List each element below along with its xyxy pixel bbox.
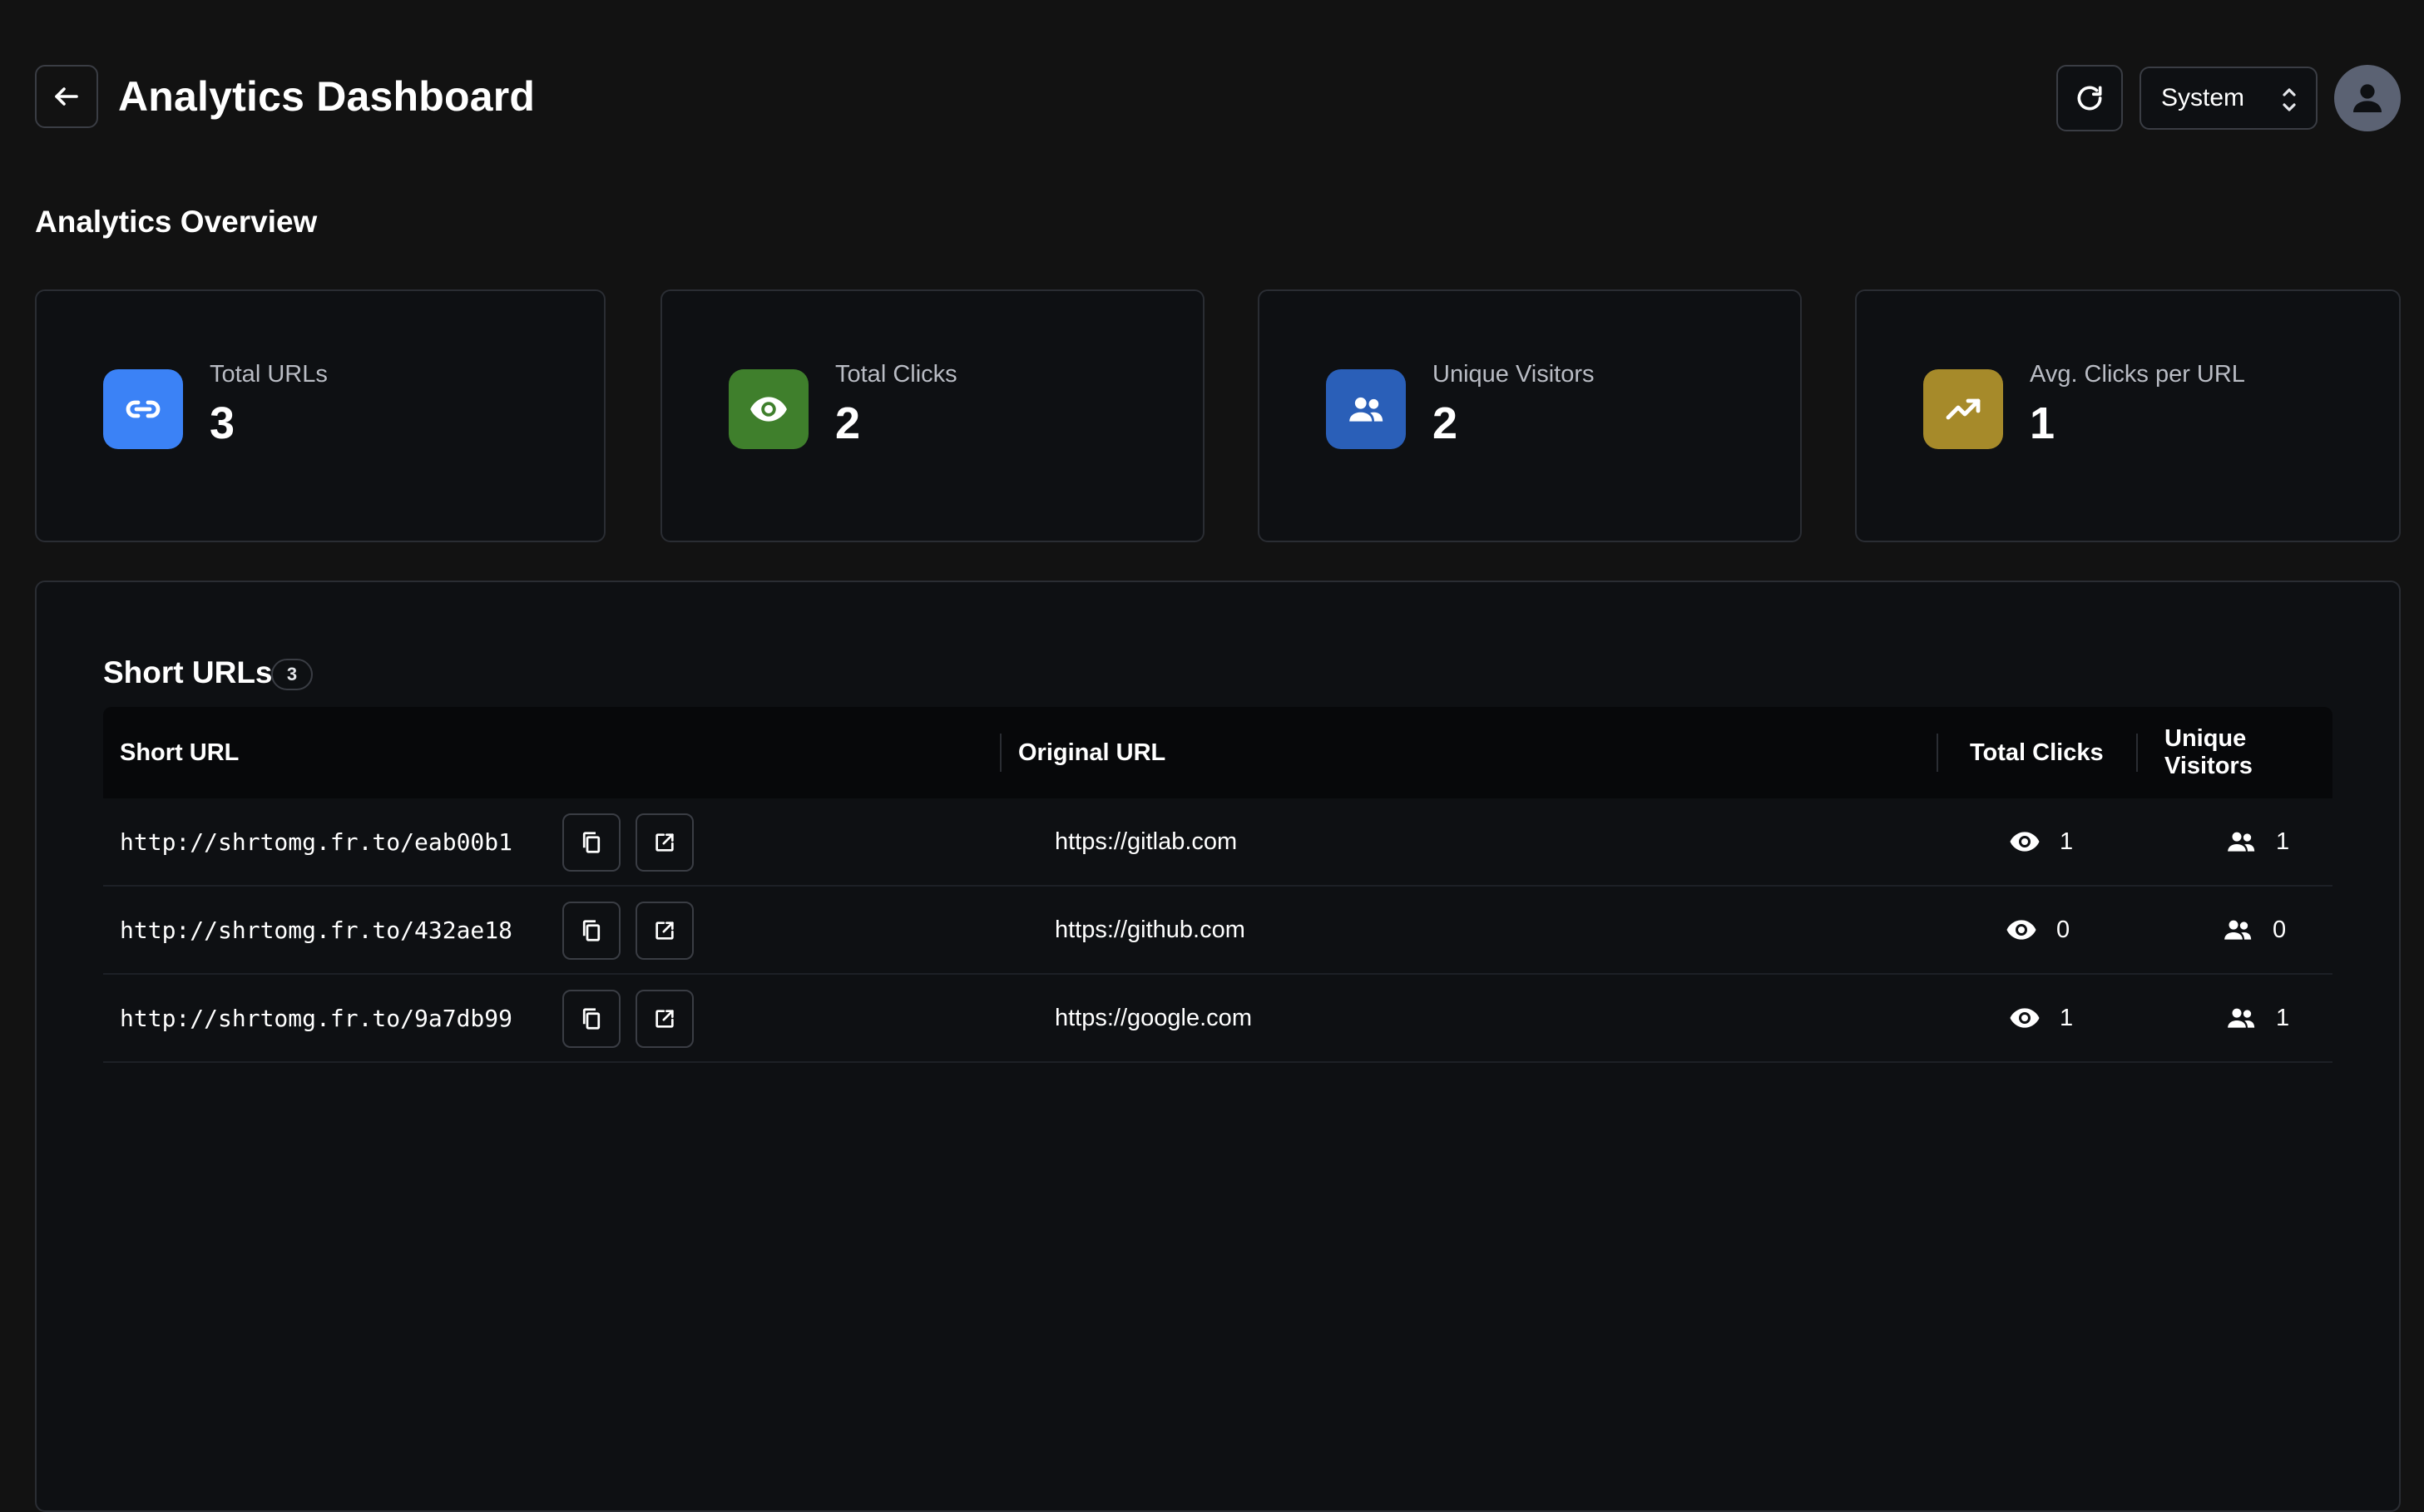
stat-value: 2 [835, 398, 861, 448]
stat-label: Total URLs [210, 361, 328, 388]
stat-card-unique-visitors: Unique Visitors 2 [1258, 289, 1802, 542]
page-header: Analytics Dashboard System [35, 65, 2401, 131]
stat-card-total-urls: Total URLs 3 [35, 289, 606, 542]
short-url-link[interactable]: http://shrtomg.fr.to/9a7db99 [120, 975, 512, 1061]
stat-label: Total Clicks [835, 361, 957, 388]
copy-button[interactable] [562, 902, 621, 960]
total-clicks-value: 1 [2060, 1004, 2074, 1031]
stat-label: Avg. Clicks per URL [2030, 361, 2245, 388]
original-url[interactable]: https://google.com [1055, 975, 1252, 1061]
unique-visitors-cell: 0 [2221, 887, 2286, 973]
table-row: http://shrtomg.fr.to/9a7db99 https://goo… [103, 975, 2332, 1063]
short-url-link[interactable]: http://shrtomg.fr.to/eab00b1 [120, 798, 512, 885]
copy-icon [582, 1008, 601, 1030]
back-button[interactable] [35, 65, 98, 128]
link-icon [126, 400, 161, 418]
panel-title: Short URLs [103, 655, 273, 689]
refresh-button[interactable] [2056, 65, 2123, 131]
users-icon [2228, 832, 2255, 852]
eye-icon [2010, 832, 2040, 852]
users-icon [1349, 397, 1383, 422]
eye-icon [2010, 1008, 2040, 1028]
short-urls-panel: Short URLs 3 Short URL Original URL Tota… [35, 581, 2401, 1512]
copy-button[interactable] [562, 990, 621, 1048]
arrow-left-icon [55, 87, 78, 106]
section-title: Analytics Overview [35, 205, 318, 239]
table-row: http://shrtomg.fr.to/432ae18 https://git… [103, 887, 2332, 975]
short-urls-table: Short URL Original URL Total Clicks Uniq… [103, 707, 2332, 1063]
external-link-icon [655, 833, 674, 852]
stat-value: 1 [2030, 398, 2055, 448]
total-clicks-value: 1 [2060, 828, 2074, 855]
stat-value: 2 [1432, 398, 1458, 448]
original-url[interactable]: https://github.com [1055, 887, 1245, 973]
users-icon [2228, 1008, 2255, 1028]
column-divider [1937, 734, 1938, 772]
refresh-icon [2077, 86, 2102, 111]
column-header-short-url[interactable]: Short URL [120, 707, 239, 798]
eye-icon [2006, 920, 2036, 940]
total-clicks-cell: 1 [2008, 975, 2073, 1061]
count-badge: 3 [271, 659, 313, 690]
users-icon [2224, 920, 2252, 940]
table-header: Short URL Original URL Total Clicks Uniq… [103, 707, 2332, 798]
user-icon [2353, 84, 2382, 112]
unique-visitors-cell: 1 [2224, 798, 2289, 885]
column-header-original-url[interactable]: Original URL [1018, 707, 1165, 798]
column-header-total-clicks[interactable]: Total Clicks [1970, 707, 2104, 798]
unique-visitors-cell: 1 [2224, 975, 2289, 1061]
total-clicks-value: 0 [2056, 916, 2070, 943]
stat-icon-box [103, 369, 183, 449]
stat-icon-box [729, 369, 809, 449]
theme-select[interactable]: System [2140, 67, 2318, 130]
eye-icon [750, 397, 787, 422]
copy-icon [582, 920, 601, 941]
theme-select-value: System [2161, 84, 2245, 111]
chevron-up-down-icon [2283, 88, 2296, 111]
page-title: Analytics Dashboard [118, 73, 536, 120]
stat-card-total-clicks: Total Clicks 2 [660, 289, 1205, 542]
total-clicks-cell: 1 [2008, 798, 2073, 885]
unique-visitors-value: 0 [2273, 916, 2287, 943]
original-url[interactable]: https://gitlab.com [1055, 798, 1237, 885]
copy-button[interactable] [562, 813, 621, 872]
column-header-unique-visitors[interactable]: Unique Visitors [2164, 707, 2332, 798]
trending-up-icon [1946, 398, 1981, 420]
open-link-button[interactable] [636, 813, 694, 872]
copy-icon [582, 832, 601, 853]
open-link-button[interactable] [636, 902, 694, 960]
user-avatar[interactable] [2334, 65, 2401, 131]
column-divider [2136, 734, 2138, 772]
table-row: http://shrtomg.fr.to/eab00b1 https://git… [103, 798, 2332, 887]
stat-icon-box [1923, 369, 2003, 449]
stat-icon-box [1326, 369, 1406, 449]
stat-value: 3 [210, 398, 235, 448]
column-divider [1000, 734, 1002, 772]
stat-card-avg-clicks: Avg. Clicks per URL 1 [1855, 289, 2401, 542]
unique-visitors-value: 1 [2276, 1004, 2290, 1031]
total-clicks-cell: 0 [2005, 887, 2070, 973]
unique-visitors-value: 1 [2276, 828, 2290, 855]
external-link-icon [655, 922, 674, 940]
external-link-icon [655, 1010, 674, 1028]
open-link-button[interactable] [636, 990, 694, 1048]
short-url-link[interactable]: http://shrtomg.fr.to/432ae18 [120, 887, 512, 973]
stat-label: Unique Visitors [1432, 361, 1595, 388]
